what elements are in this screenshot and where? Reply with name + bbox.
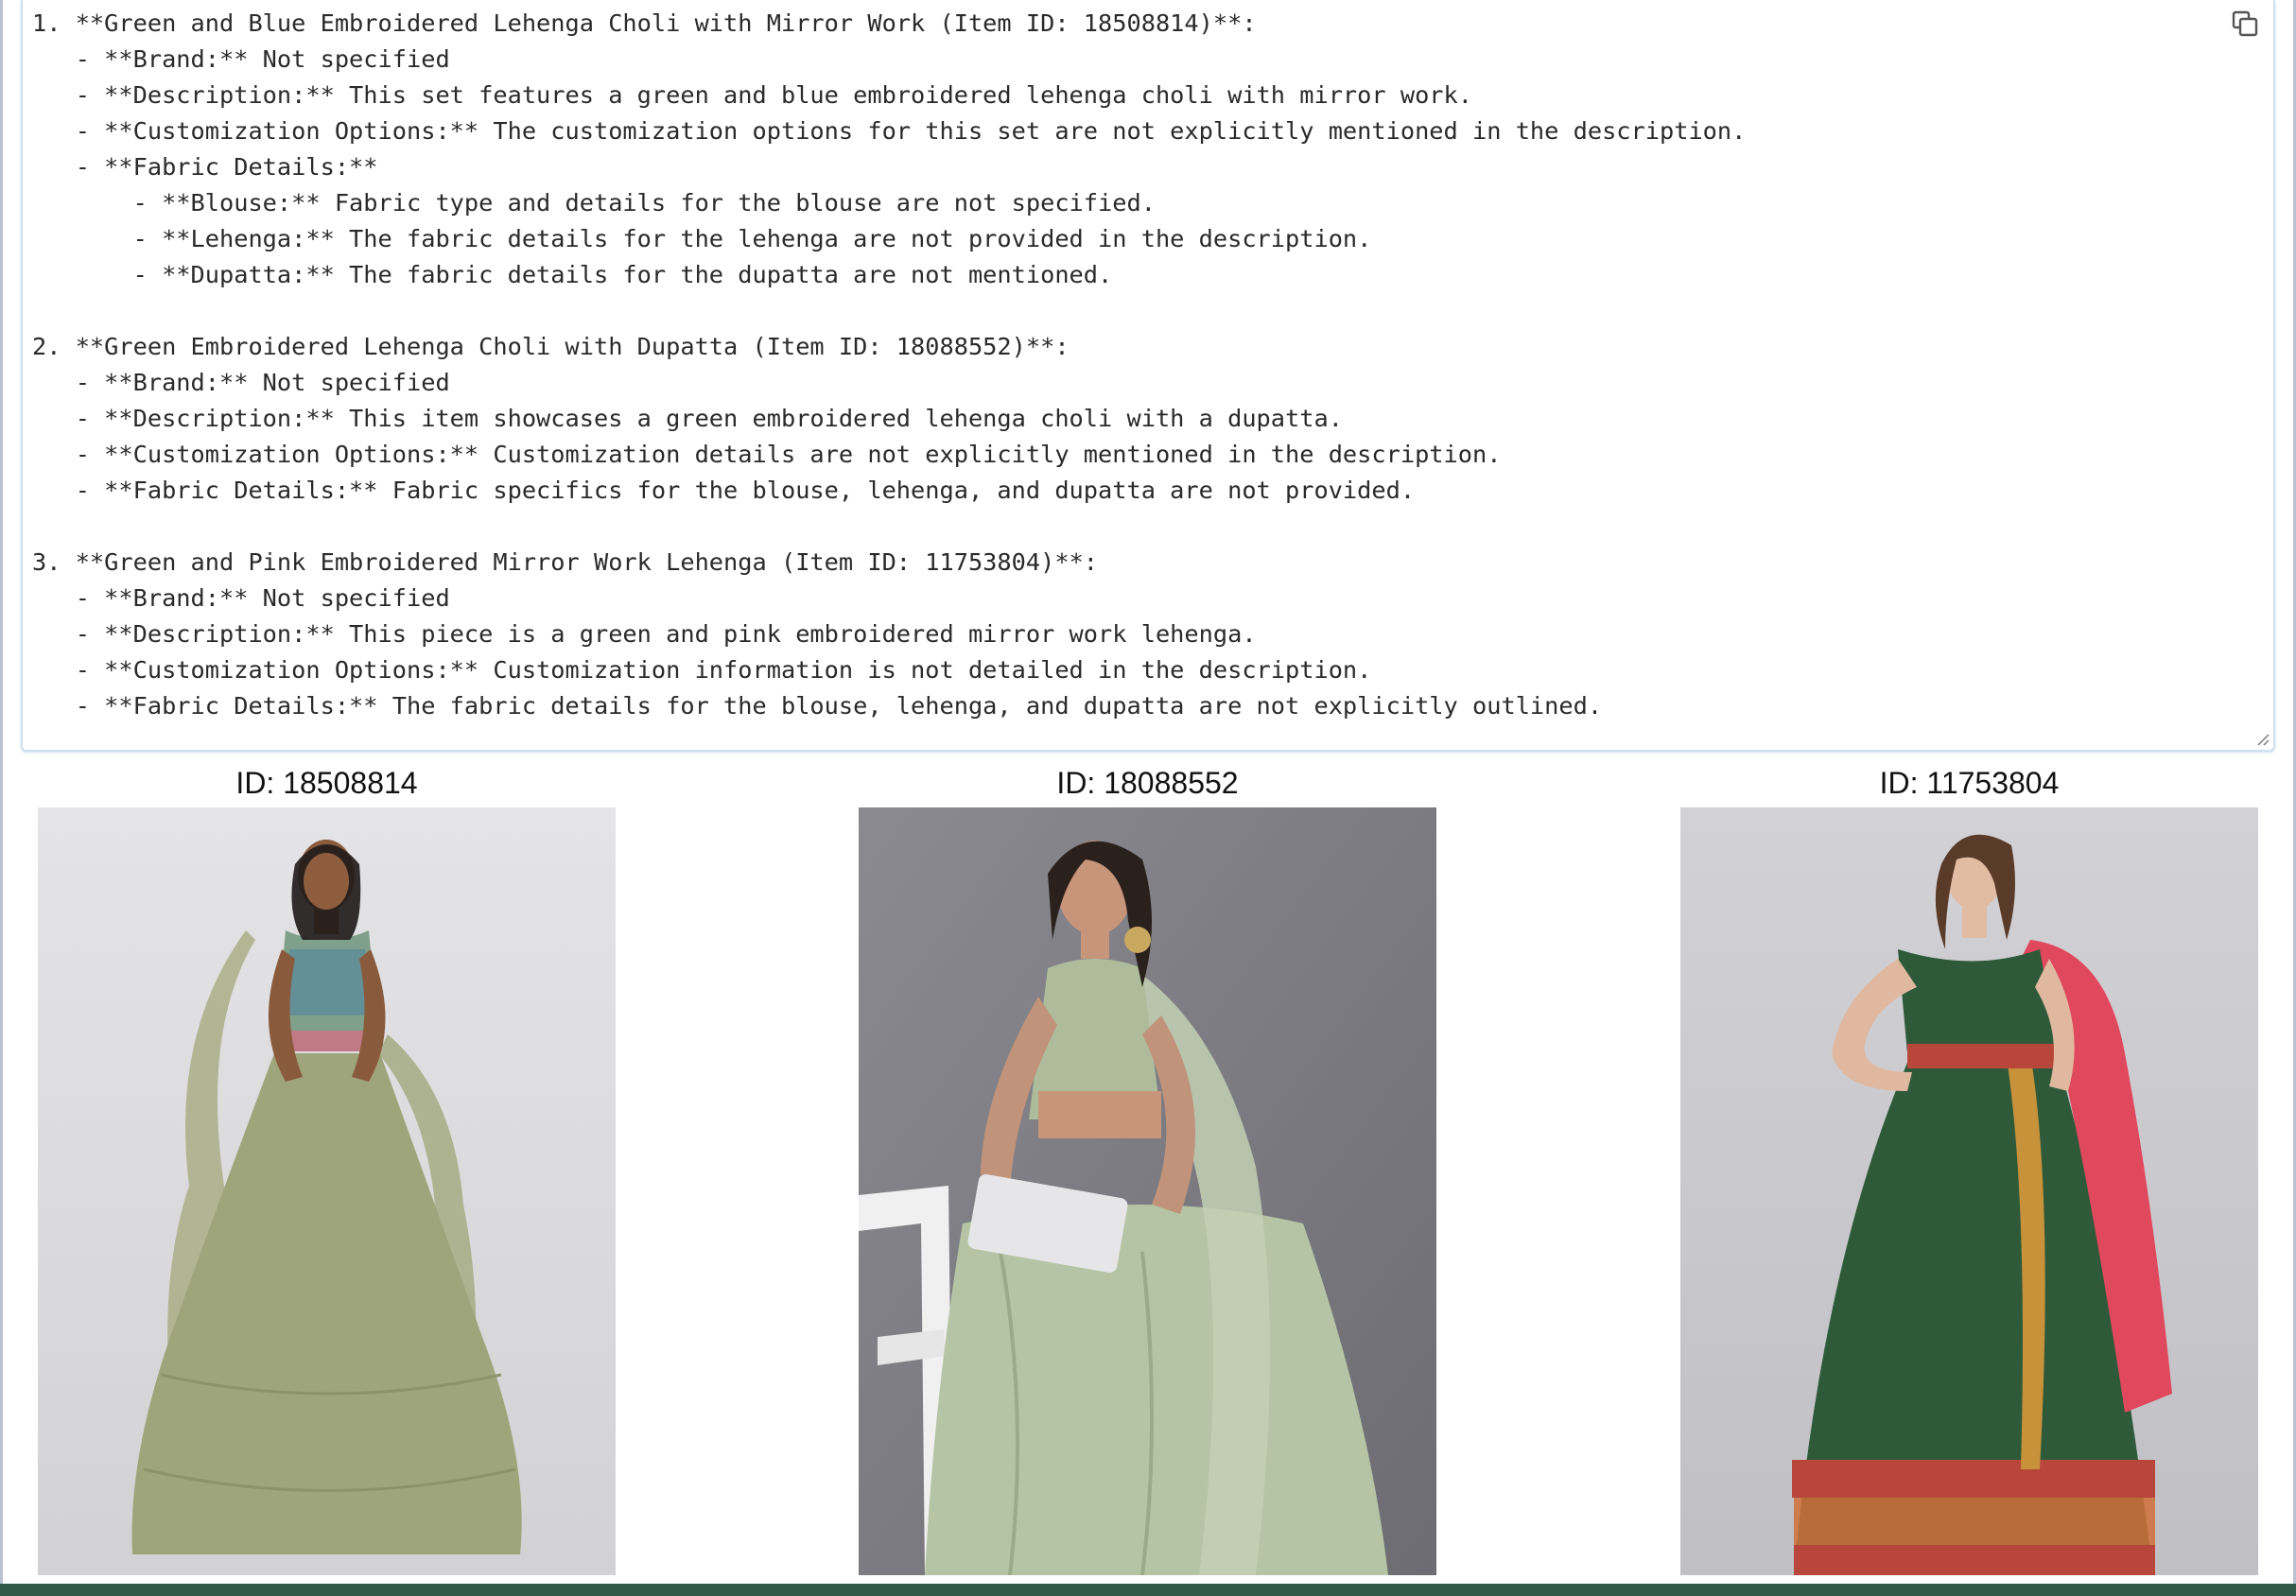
image-gallery: ID: 18508814 ID: 18088552 ID: 11753804 (38, 762, 2258, 1577)
product-card-2: ID: 18088552 (859, 762, 1436, 1577)
product-card-3: ID: 11753804 (1680, 762, 2258, 1577)
output-text: 1. **Green and Blue Embroidered Lehenga … (32, 9, 1747, 720)
product-photo-1[interactable] (38, 807, 616, 1575)
product-id-label: ID: 18088552 (1056, 766, 1239, 800)
copy-icon[interactable] (2230, 9, 2260, 40)
status-bar (0, 1584, 2296, 1596)
product-card-1: ID: 18508814 (38, 762, 616, 1577)
product-id-label: ID: 18508814 (235, 766, 418, 800)
product-photo-2[interactable] (859, 807, 1436, 1575)
text-output-area[interactable]: 1. **Green and Blue Embroidered Lehenga … (21, 0, 2275, 752)
product-id-label: ID: 11753804 (1879, 766, 2060, 800)
resize-grip-icon[interactable] (2255, 732, 2270, 747)
product-photo-3[interactable] (1680, 807, 2258, 1575)
